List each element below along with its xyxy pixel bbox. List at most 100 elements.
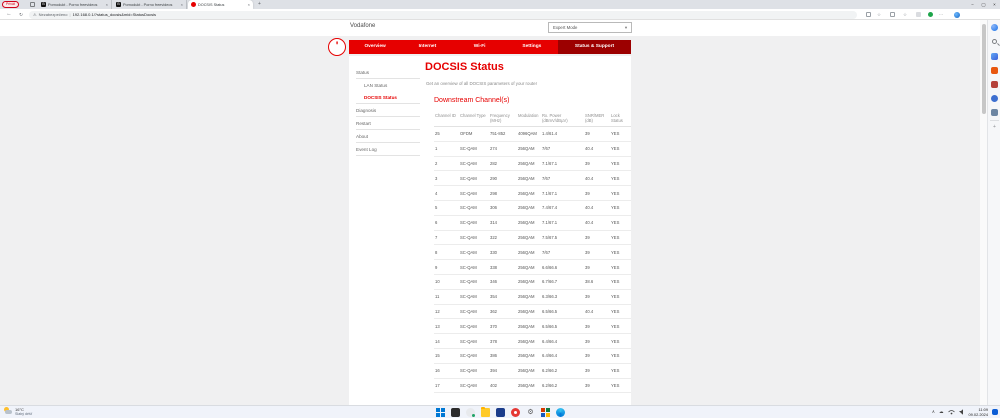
sidebar-item-status[interactable]: Status (356, 66, 420, 79)
favorites-star-icon[interactable]: ☆ (876, 12, 882, 18)
games-icon[interactable] (991, 81, 998, 88)
table-cell: YES (610, 334, 631, 349)
downstream-channels-table: Channel IDChannel TypeFrequency (MHz)Mod… (434, 111, 631, 393)
table-cell: 402 (489, 378, 517, 393)
new-tab-button[interactable]: + (256, 1, 263, 8)
tab-close-icon[interactable]: × (181, 2, 183, 7)
table-cell: YES (610, 186, 631, 201)
downstream-table-body: 25OFDM751-8524096QAM1.4/61.439YES1SC-QAM… (434, 127, 631, 393)
table-cell: 256QAM (517, 304, 541, 319)
table-cell: 8 (434, 245, 459, 260)
table-cell: YES (610, 215, 631, 230)
table-cell: 7.5/67.5 (541, 230, 584, 245)
pinned-app-icon[interactable] (496, 408, 505, 417)
table-cell: 7/67 (541, 245, 584, 260)
sidebar-item-event-log[interactable]: Event Log (356, 143, 420, 156)
nav-settings[interactable]: Settings (506, 40, 558, 54)
notification-bell-icon[interactable] (992, 409, 998, 415)
close-button[interactable]: × (989, 0, 1000, 9)
m365-icon[interactable] (991, 95, 998, 102)
copilot-icon[interactable] (991, 24, 998, 31)
media-app-icon[interactable] (511, 408, 520, 417)
file-explorer-icon[interactable] (481, 408, 490, 417)
tab-group-chip[interactable]: Privát (2, 1, 19, 8)
adblock-shield-icon[interactable] (928, 12, 933, 17)
browser-tab-active[interactable]: DOCSIS Status × (188, 0, 253, 9)
table-cell: 751-852 (489, 127, 517, 142)
designer-icon[interactable] (991, 53, 998, 60)
reload-icon[interactable]: ↻ (17, 9, 25, 20)
table-cell: 39 (584, 363, 610, 378)
network-wifi-icon[interactable] (948, 409, 955, 415)
table-cell: YES (610, 319, 631, 334)
table-row: 25OFDM751-8524096QAM1.4/61.439YES (434, 127, 631, 142)
start-icon[interactable] (436, 408, 445, 417)
table-header-cell: Rx. Power (dBmV/dBµV) (541, 111, 584, 127)
page-subtitle: Get an overview of all DOCSIS parameters… (426, 81, 537, 86)
sidebar-item-lan-status[interactable]: LAN Status (356, 79, 420, 91)
table-cell: 12 (434, 304, 459, 319)
table-cell: 256QAM (517, 378, 541, 393)
table-cell: 39 (584, 245, 610, 260)
table-cell: SC-QAM (459, 141, 489, 156)
page-scrollbar[interactable] (980, 20, 987, 405)
weather-widget[interactable]: 16°C Slabý déšť (4, 407, 32, 416)
table-row: 13SC-QAM370256QAM6.5/66.539YES (434, 319, 631, 334)
vertical-tabs-icon[interactable] (30, 2, 35, 7)
shopping-icon[interactable] (991, 67, 998, 74)
widgets-icon[interactable] (451, 408, 460, 417)
table-cell: 39 (584, 230, 610, 245)
table-cell: 7.1/67.1 (541, 215, 584, 230)
sidebar-item-restart[interactable]: Restart (356, 117, 420, 130)
site-favicon: B (41, 2, 46, 7)
nav-status-support[interactable]: Status & Support (558, 40, 631, 54)
onedrive-cloud-icon[interactable]: ☁ (939, 409, 944, 415)
minimize-button[interactable]: − (967, 0, 978, 9)
more-tools-icon[interactable]: ☆ (902, 12, 908, 18)
table-cell: 39 (584, 156, 610, 171)
sidebar-item-diagnosis[interactable]: Diagnosis (356, 104, 420, 117)
scrollbar-thumb[interactable] (982, 24, 986, 114)
nav-wifi[interactable]: Wi-Fi (454, 40, 506, 54)
extensions-icon[interactable] (916, 12, 921, 17)
table-cell: 314 (489, 215, 517, 230)
table-cell: 256QAM (517, 363, 541, 378)
profile-avatar[interactable] (954, 12, 960, 18)
table-cell: YES (610, 274, 631, 289)
maximize-button[interactable]: ▢ (978, 0, 989, 9)
settings-gear-icon[interactable]: ⚙ (526, 408, 535, 417)
drop-icon[interactable] (991, 109, 998, 116)
taskbar-clock[interactable]: 11:09 09.02.2024 (969, 407, 988, 417)
back-icon[interactable]: ← (5, 9, 13, 20)
search-icon[interactable] (992, 39, 997, 44)
volume-icon[interactable] (959, 409, 965, 415)
nav-overview[interactable]: Overview (349, 40, 401, 54)
tab-close-icon[interactable]: × (248, 2, 250, 7)
add-sidebar-app-icon[interactable]: + (988, 124, 1000, 130)
sidebar-item-about[interactable]: About (356, 130, 420, 143)
address-bar[interactable]: ⚠ Nezabezpečeno | 192.168.0.1/?status_do… (29, 11, 857, 19)
more-options-icon[interactable]: ⋯ (938, 12, 944, 18)
table-cell: 256QAM (517, 156, 541, 171)
table-cell: SC-QAM (459, 348, 489, 363)
table-cell: 378 (489, 334, 517, 349)
expert-mode-select[interactable]: Expert Mode ▾ (548, 22, 632, 33)
edge-browser-icon[interactable] (556, 408, 565, 417)
nav-internet[interactable]: Internet (401, 40, 453, 54)
tray-expand-icon[interactable]: ∧ (932, 409, 935, 415)
collections-icon[interactable] (890, 12, 895, 17)
table-cell: 1.4/61.4 (541, 127, 584, 142)
table-cell: 362 (489, 304, 517, 319)
browser-titlebar: Privát B Pornodukt - Porno freevideos × … (0, 0, 1000, 9)
sidebar-item-docsis-status[interactable]: DOCSIS Status (356, 91, 420, 104)
table-header-cell: Channel Type (459, 111, 489, 127)
table-cell: 6 (434, 215, 459, 230)
table-cell: 256QAM (517, 141, 541, 156)
browser-tab-1[interactable]: B Pornodukt - Porno freevideos × (38, 0, 112, 9)
table-cell: 6.4/66.4 (541, 334, 584, 349)
browser-tab-2[interactable]: B Pornodukt - Porno freevideos × (113, 0, 187, 9)
account-icon[interactable] (466, 408, 475, 417)
office-icon[interactable] (541, 408, 550, 417)
split-screen-icon[interactable] (866, 12, 871, 17)
tab-close-icon[interactable]: × (106, 2, 108, 7)
